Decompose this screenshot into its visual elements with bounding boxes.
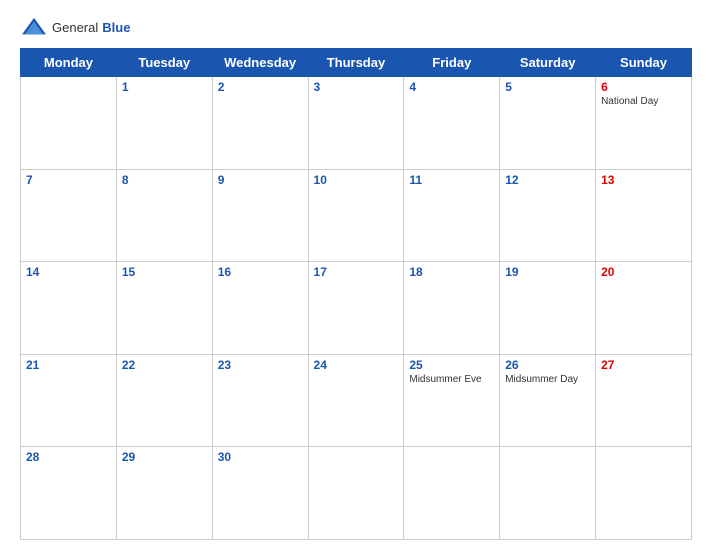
- day-number: 23: [218, 358, 303, 372]
- calendar-cell: 8: [116, 169, 212, 262]
- week-row-2: 789 10 11 12 13: [21, 169, 692, 262]
- calendar-cell: 20: [596, 262, 692, 355]
- calendar-cell: 21: [21, 354, 117, 447]
- weekday-header-tuesday: Tuesday: [116, 49, 212, 77]
- weekday-header-wednesday: Wednesday: [212, 49, 308, 77]
- day-number: 29: [122, 450, 207, 464]
- calendar-cell: 19: [500, 262, 596, 355]
- day-number: 16: [218, 265, 303, 279]
- holiday-name: Midsummer Eve: [409, 374, 494, 385]
- calendar-cell: 10: [308, 169, 404, 262]
- calendar-cell: 18: [404, 262, 500, 355]
- holiday-name: National Day: [601, 96, 686, 107]
- calendar-cell: [404, 447, 500, 540]
- holiday-name: Midsummer Day: [505, 374, 590, 385]
- logo-icon: [20, 16, 48, 38]
- day-number: 27: [601, 358, 686, 372]
- calendar-cell: 24: [308, 354, 404, 447]
- day-number: 15: [122, 265, 207, 279]
- day-number: 21: [26, 358, 111, 372]
- weekday-header-thursday: Thursday: [308, 49, 404, 77]
- calendar-cell: 27: [596, 354, 692, 447]
- week-row-3: 14 15 16 17 18 19 20: [21, 262, 692, 355]
- calendar-cell: [21, 77, 117, 170]
- day-number: 30: [218, 450, 303, 464]
- week-row-1: 123456 National Day: [21, 77, 692, 170]
- day-number: 6: [601, 80, 686, 94]
- calendar-cell: 6 National Day: [596, 77, 692, 170]
- calendar-cell: 12: [500, 169, 596, 262]
- day-number: 26: [505, 358, 590, 372]
- logo-general: General: [52, 20, 98, 35]
- weekday-header-saturday: Saturday: [500, 49, 596, 77]
- day-number: 13: [601, 173, 686, 187]
- calendar-cell: 11: [404, 169, 500, 262]
- day-number: 17: [314, 265, 399, 279]
- day-number: 10: [314, 173, 399, 187]
- calendar-cell: 28: [21, 447, 117, 540]
- day-number: 11: [409, 173, 494, 187]
- calendar-cell: 2: [212, 77, 308, 170]
- calendar-cell: [596, 447, 692, 540]
- calendar-cell: [308, 447, 404, 540]
- calendar-cell: 13: [596, 169, 692, 262]
- calendar-table: MondayTuesdayWednesdayThursdayFridaySatu…: [20, 48, 692, 540]
- day-number: 18: [409, 265, 494, 279]
- calendar-cell: 1: [116, 77, 212, 170]
- day-number: 9: [218, 173, 303, 187]
- day-number: 28: [26, 450, 111, 464]
- logo: General Blue: [20, 16, 130, 38]
- weekday-header-sunday: Sunday: [596, 49, 692, 77]
- calendar-cell: 30: [212, 447, 308, 540]
- day-number: 5: [505, 80, 590, 94]
- calendar-cell: 22: [116, 354, 212, 447]
- day-number: 14: [26, 265, 111, 279]
- day-number: 7: [26, 173, 111, 187]
- day-number: 12: [505, 173, 590, 187]
- day-number: 24: [314, 358, 399, 372]
- calendar-cell: 26 Midsummer Day: [500, 354, 596, 447]
- calendar-cell: [500, 447, 596, 540]
- calendar-cell: 17: [308, 262, 404, 355]
- day-number: 8: [122, 173, 207, 187]
- calendar-cell: 16: [212, 262, 308, 355]
- calendar-cell: 14: [21, 262, 117, 355]
- day-number: 4: [409, 80, 494, 94]
- day-number: 22: [122, 358, 207, 372]
- calendar-cell: 9: [212, 169, 308, 262]
- calendar-cell: 3: [308, 77, 404, 170]
- day-number: 19: [505, 265, 590, 279]
- calendar-cell: 4: [404, 77, 500, 170]
- calendar-cell: 15: [116, 262, 212, 355]
- calendar-cell: 29: [116, 447, 212, 540]
- calendar-cell: 25 Midsummer Eve: [404, 354, 500, 447]
- logo-blue: Blue: [102, 20, 130, 35]
- day-number: 2: [218, 80, 303, 94]
- week-row-5: 28 29 30: [21, 447, 692, 540]
- calendar-header: General Blue: [20, 10, 692, 42]
- calendar-cell: 5: [500, 77, 596, 170]
- calendar-cell: 23: [212, 354, 308, 447]
- calendar-cell: 7: [21, 169, 117, 262]
- weekday-header-row: MondayTuesdayWednesdayThursdayFridaySatu…: [21, 49, 692, 77]
- day-number: 25: [409, 358, 494, 372]
- day-number: 3: [314, 80, 399, 94]
- day-number: 1: [122, 80, 207, 94]
- weekday-header-friday: Friday: [404, 49, 500, 77]
- week-row-4: 21 22 23 24 25 Midsummer Eve 26 Midsummer Day 27: [21, 354, 692, 447]
- weekday-header-monday: Monday: [21, 49, 117, 77]
- day-number: 20: [601, 265, 686, 279]
